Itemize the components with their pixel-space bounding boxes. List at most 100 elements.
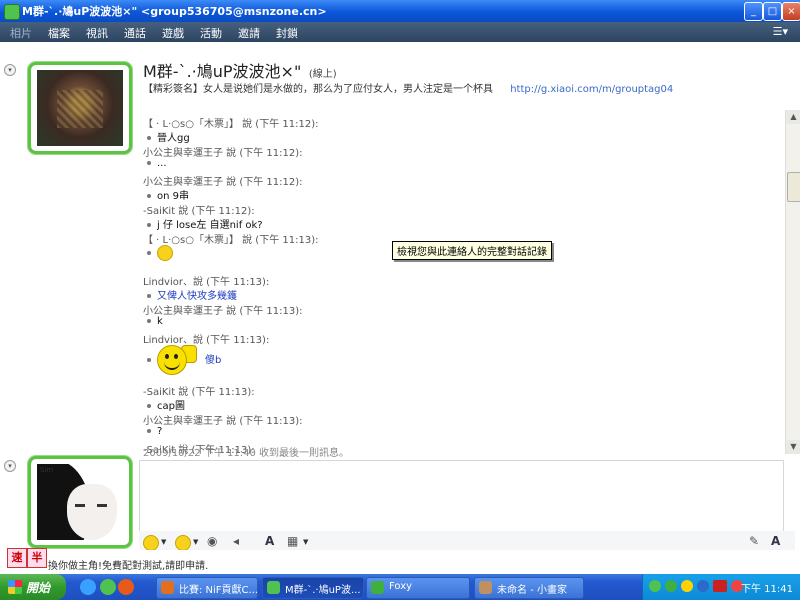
contact-avatar[interactable]	[28, 62, 132, 154]
message-speaker: 小公主與幸運王子 說 (下午 11:13):	[143, 306, 303, 317]
close-button[interactable]: ×	[782, 2, 800, 21]
message-body: 晉人gg	[157, 133, 190, 144]
tray-foxy-icon[interactable]	[665, 580, 677, 592]
tray-msn-icon[interactable]	[649, 580, 661, 592]
quicklaunch-msn-icon[interactable]	[100, 579, 116, 595]
quicklaunch-ie-icon[interactable]	[80, 579, 96, 595]
message-body: k	[157, 316, 163, 327]
taskbar-item[interactable]: 未命名 - 小畫家	[474, 577, 584, 599]
conversation-scrollbar[interactable]: ▲ ▼	[785, 110, 800, 454]
menu-activities[interactable]: 活動	[200, 25, 222, 41]
taskbar-item-label: M群-`.·鳩uP波...	[285, 585, 361, 596]
message-caption: 傻b	[205, 355, 222, 366]
signature-link[interactable]: http://g.xiaoi.com/m/grouptag04	[510, 84, 673, 95]
contact-status: (線上)	[308, 69, 337, 80]
clock: 下午 11:41	[741, 584, 793, 595]
scroll-up-icon[interactable]: ▲	[786, 110, 800, 124]
message-text: cap圖	[147, 397, 185, 412]
message-body: ...	[157, 158, 167, 169]
msn-icon	[4, 4, 20, 20]
background-icon[interactable]: ▦	[287, 534, 298, 548]
scroll-thumb[interactable]	[787, 172, 800, 202]
taskbar-app-icon	[267, 581, 280, 594]
bullet-icon	[147, 294, 151, 298]
voice-clip-icon[interactable]: ◉	[207, 534, 217, 548]
message-text: ?	[147, 426, 162, 437]
message-speaker: Lindvior、說 (下午 11:13):	[143, 335, 270, 346]
tray-shield-icon[interactable]	[681, 580, 693, 592]
message-speaker: 小公主與幸運王子 說 (下午 11:12):	[143, 148, 303, 159]
start-button[interactable]: 開始	[0, 574, 66, 600]
menu-call[interactable]: 通話	[124, 25, 146, 41]
message-text: on 9串	[147, 187, 189, 202]
emoticon-dropdown-icon[interactable]: ▼	[161, 538, 166, 546]
menu-block[interactable]: 封鎖	[276, 25, 298, 41]
window-title: M群-`.·鳩uP波波池×" <group536705@msnzone.cn>	[22, 5, 327, 18]
font-icon[interactable]: A	[265, 534, 274, 548]
bullet-icon	[147, 251, 151, 255]
menu-invite[interactable]: 邀請	[238, 25, 260, 41]
maximize-button[interactable]: □	[763, 2, 782, 21]
background-dropdown-icon[interactable]: ▼	[303, 538, 308, 546]
scroll-down-icon[interactable]: ▼	[786, 440, 800, 454]
bullet-icon	[147, 136, 151, 140]
wink-icon[interactable]	[175, 535, 191, 551]
menu-video[interactable]: 視訊	[86, 25, 108, 41]
message-speaker: 小公主與幸運王子 說 (下午 11:13):	[143, 416, 303, 427]
taskbar-item[interactable]: 比賽: NiF貢獻C...	[156, 577, 258, 599]
menu-photo[interactable]: 相片	[10, 25, 32, 41]
taskbar-app-icon	[371, 581, 384, 594]
ad-text[interactable]: 換你做主角!免費配對測試,請即申請.	[48, 557, 208, 572]
quicklaunch-firefox-icon[interactable]	[118, 579, 134, 595]
collapse-self-icon[interactable]: ▾	[4, 460, 16, 472]
self-avatar[interactable]: Sim	[28, 456, 132, 548]
collapse-contact-icon[interactable]: ▾	[4, 64, 16, 76]
bullet-icon	[147, 161, 151, 165]
message-text: j 仔 lose左 自選nif ok?	[147, 216, 263, 231]
smiley-icon	[157, 245, 173, 261]
avatar-tag: Sim	[40, 466, 54, 474]
message-text	[147, 245, 173, 261]
message-input[interactable]	[139, 460, 784, 532]
tray-ati-icon[interactable]	[713, 580, 727, 592]
menu-options-icon[interactable]: ☰▾	[773, 25, 788, 38]
contact-header: M群-`.·鳩uP波波池×" (線上)	[143, 58, 337, 82]
nudge-icon[interactable]: ◂	[233, 534, 239, 548]
taskbar-item[interactable]: Foxy	[366, 577, 470, 599]
taskbar-app-icon	[479, 581, 492, 594]
taskbar-item-label: 未命名 - 小畫家	[497, 585, 567, 596]
conversation-history[interactable]: 【 · L·○s○「木票」】 說 (下午 11:12): 晉人gg 小公主與幸運王子…	[143, 110, 783, 454]
message-text: ...	[147, 158, 167, 169]
last-message-info: 2009/10/22 下午 11:40 收到最後一則訊息。	[143, 448, 349, 459]
bullet-icon	[147, 319, 151, 323]
wink-dropdown-icon[interactable]: ▼	[193, 538, 198, 546]
taskbar-item[interactable]: M群-`.·鳩uP波...	[262, 577, 364, 599]
thumbs-up-smiley-icon	[157, 345, 187, 375]
bullet-icon	[147, 404, 151, 408]
message-body: ?	[157, 426, 163, 437]
self-picture: Sim	[37, 464, 123, 540]
windows-flag-icon	[8, 580, 22, 594]
minimize-button[interactable]: _	[744, 2, 763, 21]
message-speaker: 【 · L·○s○「木票」】 說 (下午 11:13):	[143, 235, 319, 246]
message-body: j 仔 lose左 自選nif ok?	[157, 220, 263, 231]
ad-button-1[interactable]: 速	[7, 548, 27, 568]
signature-text: 【精彩簽名】女人是说她们是水做的，那么为了应付女人，男人注定是一个杯具	[143, 84, 493, 95]
message-speaker: 【 · L·○s○「木票」】 說 (下午 11:12):	[143, 119, 319, 130]
menu-games[interactable]: 遊戲	[162, 25, 184, 41]
text-mode-icon[interactable]: A	[771, 534, 780, 548]
ad-button-2[interactable]: 半	[27, 548, 47, 568]
handwriting-icon[interactable]: ✎	[749, 534, 759, 548]
bullet-icon	[147, 194, 151, 198]
taskbar: 開始 比賽: NiF貢獻C... M群-`.·鳩uP波... Foxy 未命名 - 小…	[0, 574, 800, 600]
message-text: 傻b	[147, 345, 221, 375]
menu-file[interactable]: 檔案	[48, 25, 70, 41]
taskbar-item-label: 比賽: NiF貢獻C...	[179, 585, 258, 596]
system-tray: 下午 11:41	[642, 574, 800, 600]
tray-network-icon[interactable]	[697, 580, 709, 592]
message-text: 又俾人快攻多幾鑊	[147, 287, 237, 302]
contact-signature: 【精彩簽名】女人是说她们是水做的，那么为了应付女人，男人注定是一个杯具 http…	[143, 80, 673, 95]
emoticon-icon[interactable]	[143, 535, 159, 551]
message-speaker: 小公主與幸運王子 說 (下午 11:12):	[143, 177, 303, 188]
message-speaker: -SaiKit 說 (下午 11:12):	[143, 206, 255, 217]
